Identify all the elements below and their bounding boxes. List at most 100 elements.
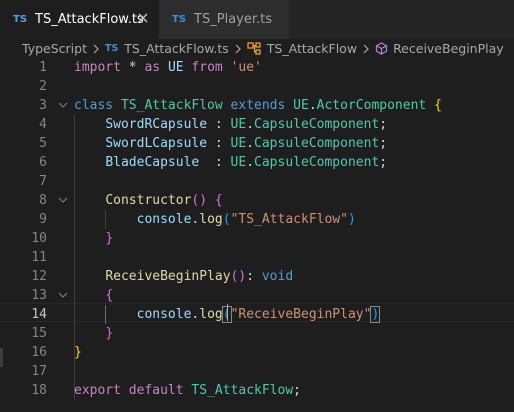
- tab-bar: TS TS_AttackFlow.ts TS TS_Player.ts: [0, 0, 514, 39]
- code-token: TS_AttackFlow: [191, 383, 294, 398]
- code-token: .: [246, 136, 255, 151]
- code-line[interactable]: 13 {: [0, 286, 514, 305]
- breadcrumb-label: ReceiveBeginPlay: [393, 41, 504, 56]
- code-token: UE: [230, 155, 247, 170]
- code-line[interactable]: 9 console.log("TS_AttackFlow"): [0, 210, 514, 229]
- code-token: (): [230, 269, 247, 284]
- code-token: CapsuleComponent: [254, 155, 380, 170]
- code-line[interactable]: 8 Constructor() {: [0, 191, 514, 210]
- close-icon[interactable]: [136, 11, 150, 25]
- tab-label: TS_AttackFlow.ts: [35, 12, 144, 27]
- breadcrumb-item-file[interactable]: TS TS_AttackFlow.ts: [105, 41, 229, 56]
- code-token: *: [120, 60, 145, 75]
- code-token: ): [370, 306, 381, 323]
- code-token: }: [105, 326, 114, 341]
- code-token: :: [246, 269, 262, 284]
- code-token: }: [74, 345, 82, 360]
- breadcrumb-item-language[interactable]: TypeScript: [22, 41, 87, 56]
- code-line[interactable]: 7: [0, 172, 514, 191]
- code-line[interactable]: 10 }: [0, 229, 514, 248]
- code-text: export default TS_AttackFlow;: [74, 381, 301, 400]
- typescript-file-icon: TS: [172, 14, 187, 25]
- line-number: 9: [39, 212, 47, 227]
- code-line[interactable]: 16}: [0, 343, 514, 362]
- code-token: 'ue': [230, 60, 262, 75]
- code-line[interactable]: 3 class TS_AttackFlow extends UE.ActorCom…: [0, 96, 514, 115]
- typescript-file-icon: TS: [104, 43, 119, 54]
- line-number: 18: [31, 383, 47, 398]
- code-token: (: [222, 212, 231, 227]
- code-line[interactable]: 6 BladeCapsule : UE.CapsuleComponent;: [0, 153, 514, 172]
- code-token: ;: [379, 117, 388, 132]
- tab-ts-player[interactable]: TS TS_Player.ts: [159, 0, 289, 39]
- code-token: UE: [230, 117, 247, 132]
- code-token: class: [74, 98, 114, 113]
- code-line[interactable]: 5 SwordLCapsule : UE.CapsuleComponent;: [0, 134, 514, 153]
- line-number: 7: [39, 174, 47, 189]
- line-number: 3: [39, 98, 47, 113]
- chevron-right-icon: [235, 44, 241, 53]
- code-line[interactable]: 12 ReceiveBeginPlay(): void: [0, 267, 514, 286]
- chevron-right-icon: [363, 44, 369, 53]
- line-number: 16: [31, 345, 47, 360]
- code-token: CapsuleComponent: [254, 117, 380, 132]
- breadcrumb-item-method[interactable]: ReceiveBeginPlay: [375, 41, 504, 56]
- code-text: {: [74, 286, 113, 305]
- code-token: UE: [167, 60, 184, 75]
- code-token: :: [207, 117, 231, 132]
- code-line[interactable]: 18 export default TS_AttackFlow;: [0, 381, 514, 400]
- code-token: extends: [230, 98, 286, 113]
- code-line[interactable]: 14 console.log("ReceiveBeginPlay"): [0, 305, 514, 324]
- fold-chevron-icon[interactable]: [58, 101, 68, 109]
- code-token: import: [74, 60, 121, 75]
- code-line[interactable]: 15 }: [0, 324, 514, 343]
- code-token: {: [434, 98, 442, 113]
- line-number: 11: [31, 250, 47, 265]
- chevron-right-icon: [93, 44, 99, 53]
- tab-label: TS_Player.ts: [194, 12, 272, 27]
- fold-chevron-icon[interactable]: [58, 196, 68, 204]
- breadcrumb-item-class[interactable]: TS_AttackFlow: [247, 41, 357, 56]
- code-line[interactable]: 4 SwordRCapsule : UE.CapsuleComponent;: [0, 115, 514, 134]
- class-icon: [247, 42, 261, 55]
- code-token: SwordRCapsule: [105, 117, 208, 132]
- code-token: (): [191, 193, 208, 208]
- tab-ts-attackflow[interactable]: TS TS_AttackFlow.ts: [0, 0, 159, 39]
- code-editor[interactable]: 1 import * as UE from 'ue' 2 3 class TS_Atta…: [0, 58, 514, 412]
- code-token: ): [347, 212, 356, 227]
- code-token: console: [136, 307, 192, 322]
- breadcrumb-label: TS_AttackFlow: [266, 41, 358, 56]
- code-line[interactable]: 11: [0, 248, 514, 267]
- code-token: UE: [293, 98, 309, 113]
- code-token: "ReceiveBeginPlay": [230, 307, 372, 322]
- line-number: 17: [31, 364, 47, 379]
- code-text: ReceiveBeginPlay(): void: [74, 267, 293, 286]
- code-token: ;: [293, 383, 301, 398]
- code-token: console: [136, 212, 192, 227]
- code-line[interactable]: 17: [0, 362, 514, 381]
- fold-chevron-icon[interactable]: [58, 291, 68, 299]
- line-number: 8: [39, 193, 47, 208]
- code-token: :: [207, 136, 231, 151]
- code-token: void: [261, 269, 294, 284]
- code-text: }: [74, 343, 82, 362]
- code-token: ;: [379, 155, 388, 170]
- code-token: export: [74, 383, 121, 398]
- method-icon: [375, 42, 388, 55]
- code-token: .: [246, 117, 255, 132]
- code-token: SwordLCapsule: [105, 136, 208, 151]
- line-number: 4: [39, 117, 47, 132]
- line-number: 13: [31, 288, 47, 303]
- code-line[interactable]: 2: [0, 77, 514, 96]
- code-line[interactable]: 1 import * as UE from 'ue': [0, 58, 514, 77]
